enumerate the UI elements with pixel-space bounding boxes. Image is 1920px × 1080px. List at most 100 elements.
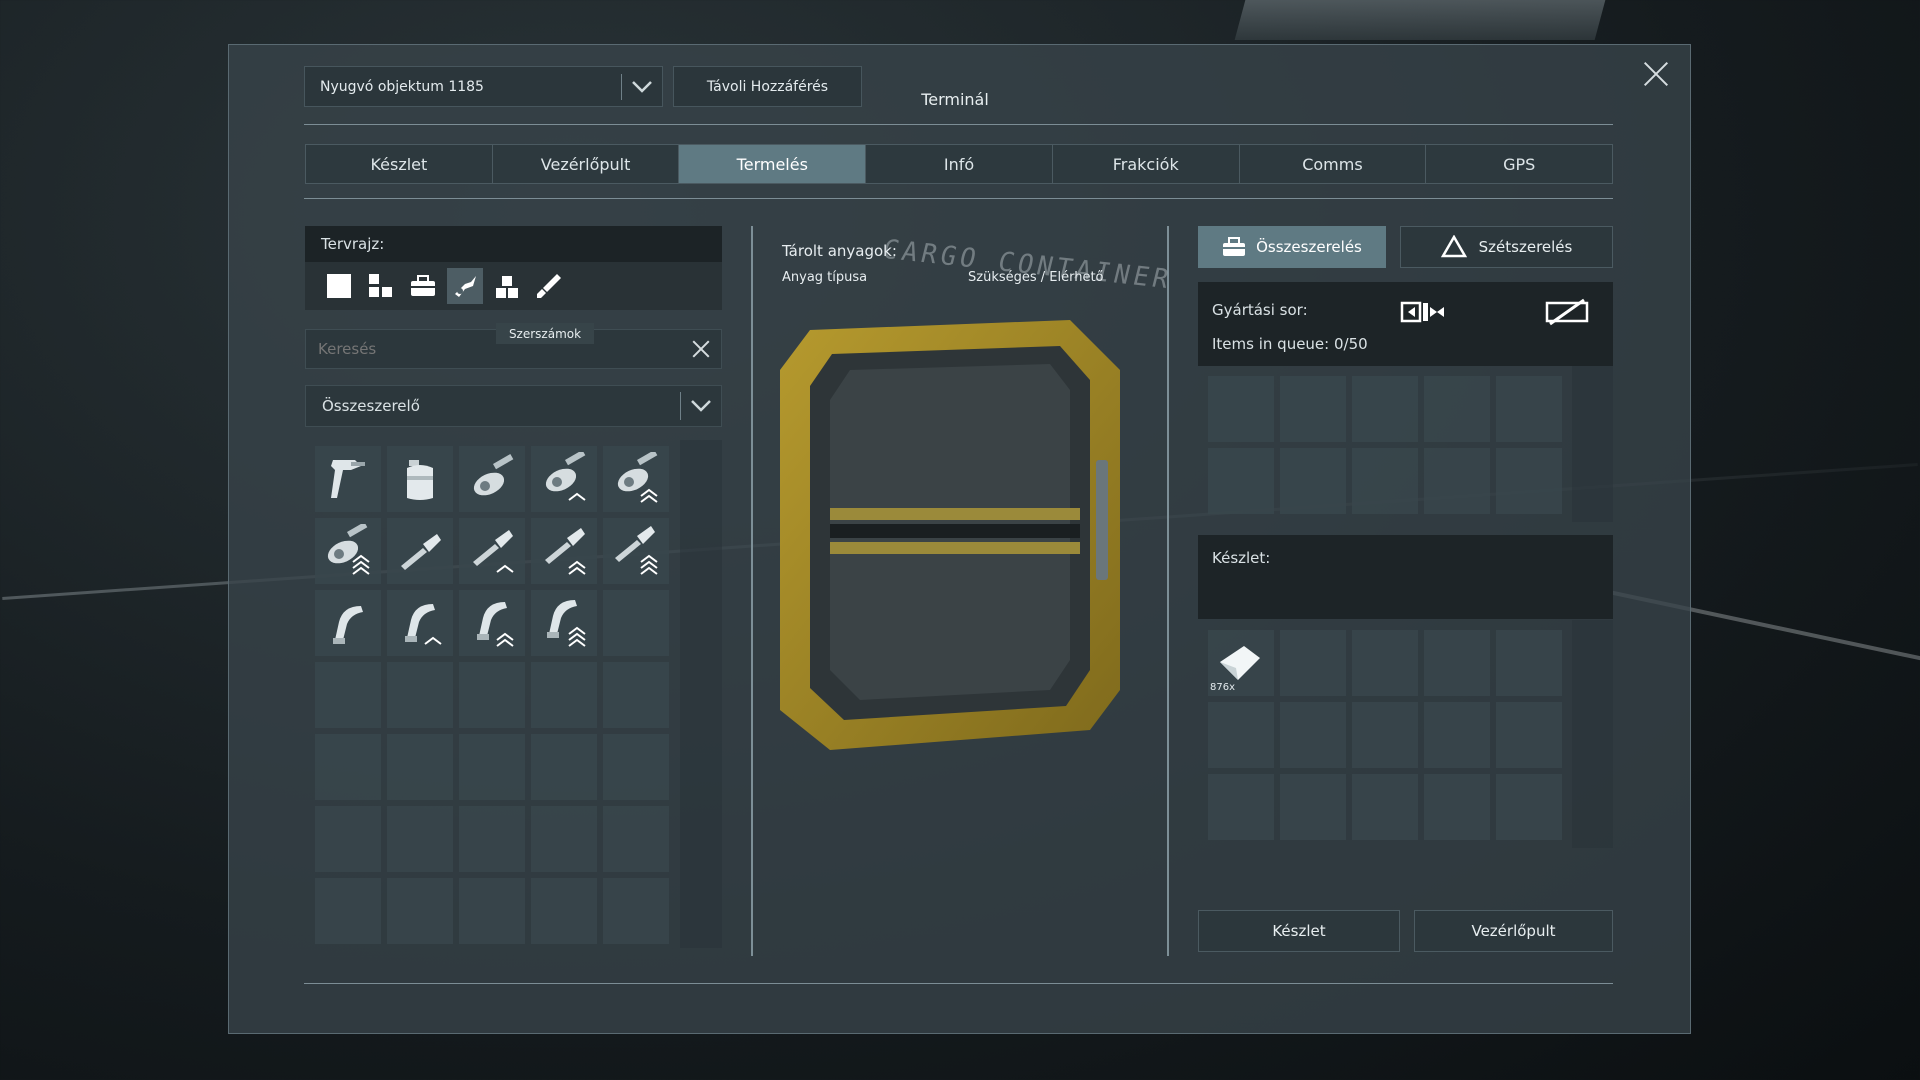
inventory-panel xyxy=(1198,535,1613,619)
inventory-scrollbar[interactable] xyxy=(1572,620,1613,848)
required-available-header: Szükséges / Elérhető xyxy=(968,270,1104,285)
inventory-slot[interactable] xyxy=(1352,702,1418,768)
blueprint-slot-empty xyxy=(603,806,669,872)
blueprint-label: Tervrajz: xyxy=(305,226,722,262)
inventory-slot[interactable] xyxy=(1496,774,1562,840)
blueprint-slot-empty xyxy=(531,734,597,800)
queue-slot[interactable] xyxy=(1352,376,1418,442)
close-icon[interactable] xyxy=(1642,60,1670,88)
blueprint-grinder-tier1[interactable] xyxy=(531,446,597,512)
inventory-slot[interactable] xyxy=(1280,630,1346,696)
inventory-slot[interactable] xyxy=(1496,702,1562,768)
cooperative-mode-icon[interactable] xyxy=(1544,296,1590,328)
blueprint-paint-gun[interactable] xyxy=(315,446,381,512)
queue-label: Gyártási sor: xyxy=(1212,301,1308,319)
tools-icon[interactable] xyxy=(447,268,483,304)
inventory-slot[interactable] xyxy=(1424,630,1490,696)
blueprint-filter-bar xyxy=(305,262,722,310)
tab-inventory[interactable]: Készlet xyxy=(306,145,493,183)
drill-icon xyxy=(473,530,514,573)
divider xyxy=(304,983,1613,984)
blueprint-drill[interactable] xyxy=(387,518,453,584)
blueprint-slot-empty xyxy=(531,662,597,728)
welder-icon xyxy=(333,606,363,644)
inventory-slot[interactable] xyxy=(1208,702,1274,768)
blueprint-welder-tier1[interactable] xyxy=(387,590,453,656)
assembler-select[interactable]: Összeszerelő xyxy=(305,385,722,427)
chevron-down-icon[interactable] xyxy=(622,80,662,94)
inventory-slot[interactable] xyxy=(1424,774,1490,840)
blueprint-canister[interactable] xyxy=(387,446,453,512)
toolbox-icon[interactable] xyxy=(405,268,441,304)
tab-production[interactable]: Termelés xyxy=(679,145,867,183)
blueprint-grinder[interactable] xyxy=(459,446,525,512)
blueprint-slot-empty xyxy=(387,734,453,800)
stored-materials-label: Tárolt anyagok: xyxy=(782,242,897,260)
search-input[interactable] xyxy=(306,339,681,359)
grinder-icon xyxy=(545,452,586,501)
all-square-icon[interactable] xyxy=(321,268,357,304)
blueprint-grinder-tier3[interactable] xyxy=(315,518,381,584)
queue-slot[interactable] xyxy=(1424,448,1490,514)
inventory-slot[interactable] xyxy=(1424,702,1490,768)
blueprint-grinder-tier2[interactable] xyxy=(603,446,669,512)
queue-grid xyxy=(1208,376,1562,514)
blueprint-drill-tier3[interactable] xyxy=(603,518,669,584)
blueprint-drill-tier2[interactable] xyxy=(531,518,597,584)
queue-slot[interactable] xyxy=(1208,376,1274,442)
inventory-slot[interactable] xyxy=(1208,774,1274,840)
blueprint-slot-empty xyxy=(603,662,669,728)
queue-slot[interactable] xyxy=(1496,448,1562,514)
blueprint-slot-empty xyxy=(459,734,525,800)
disassemble-button[interactable]: Szétszerelés xyxy=(1400,226,1613,268)
control-panel-button[interactable]: Vezérlőpult xyxy=(1414,910,1613,952)
page-title: Terminál xyxy=(921,90,989,109)
welder-icon xyxy=(547,600,586,647)
inventory-slot[interactable] xyxy=(1280,702,1346,768)
tab-control-panel[interactable]: Vezérlőpult xyxy=(492,145,680,183)
blueprint-slot-empty xyxy=(315,662,381,728)
assembler-select-value: Összeszerelő xyxy=(322,397,420,415)
blueprint-welder-tier3[interactable] xyxy=(531,590,597,656)
divider xyxy=(304,124,1613,125)
queue-slot[interactable] xyxy=(1280,448,1346,514)
blueprint-slot-empty xyxy=(459,662,525,728)
grinder-icon xyxy=(327,524,370,575)
queue-slot[interactable] xyxy=(1352,448,1418,514)
tooltip: Szerszámok xyxy=(496,323,594,344)
assemble-button[interactable]: Összeszerelés xyxy=(1198,226,1386,268)
inventory-slot[interactable] xyxy=(1496,630,1562,696)
inventory-slot[interactable] xyxy=(1352,630,1418,696)
assemble-label: Összeszerelés xyxy=(1256,238,1362,256)
tab-comms[interactable]: Comms xyxy=(1239,145,1427,183)
blueprint-scrollbar[interactable] xyxy=(680,440,722,948)
inventory-slot[interactable] xyxy=(1280,774,1346,840)
blueprint-welder[interactable] xyxy=(315,590,381,656)
blueprint-slot-empty xyxy=(459,878,525,944)
queue-slot[interactable] xyxy=(1280,376,1346,442)
paint-gun-icon xyxy=(331,460,365,498)
inventory-slot[interactable] xyxy=(1352,774,1418,840)
queue-scrollbar[interactable] xyxy=(1572,366,1613,522)
paint-icon[interactable] xyxy=(531,268,567,304)
tab-factions[interactable]: Frakciók xyxy=(1052,145,1240,183)
remote-access-button[interactable]: Távoli Hozzáférés xyxy=(673,66,862,107)
repeat-mode-icon[interactable] xyxy=(1400,300,1446,324)
queue-slot[interactable] xyxy=(1208,448,1274,514)
blueprint-slot-empty xyxy=(531,878,597,944)
inventory-button[interactable]: Készlet xyxy=(1198,910,1400,952)
queue-slot[interactable] xyxy=(1424,376,1490,442)
inventory-slot-ice[interactable]: 876x xyxy=(1208,630,1274,696)
blocks-icon[interactable] xyxy=(489,268,525,304)
clear-search-icon[interactable] xyxy=(681,329,721,369)
tab-gps[interactable]: GPS xyxy=(1426,145,1613,183)
blueprint-welder-tier2[interactable] xyxy=(459,590,525,656)
object-selector[interactable]: Nyugvó objektum 1185 xyxy=(304,66,663,107)
blueprint-drill-tier1[interactable] xyxy=(459,518,525,584)
chevron-down-icon[interactable] xyxy=(681,399,721,413)
welder-icon xyxy=(405,604,442,645)
tab-info[interactable]: Infó xyxy=(866,145,1053,183)
queue-slot[interactable] xyxy=(1496,376,1562,442)
recycle-icon xyxy=(1440,235,1467,258)
components-icon[interactable] xyxy=(363,268,399,304)
